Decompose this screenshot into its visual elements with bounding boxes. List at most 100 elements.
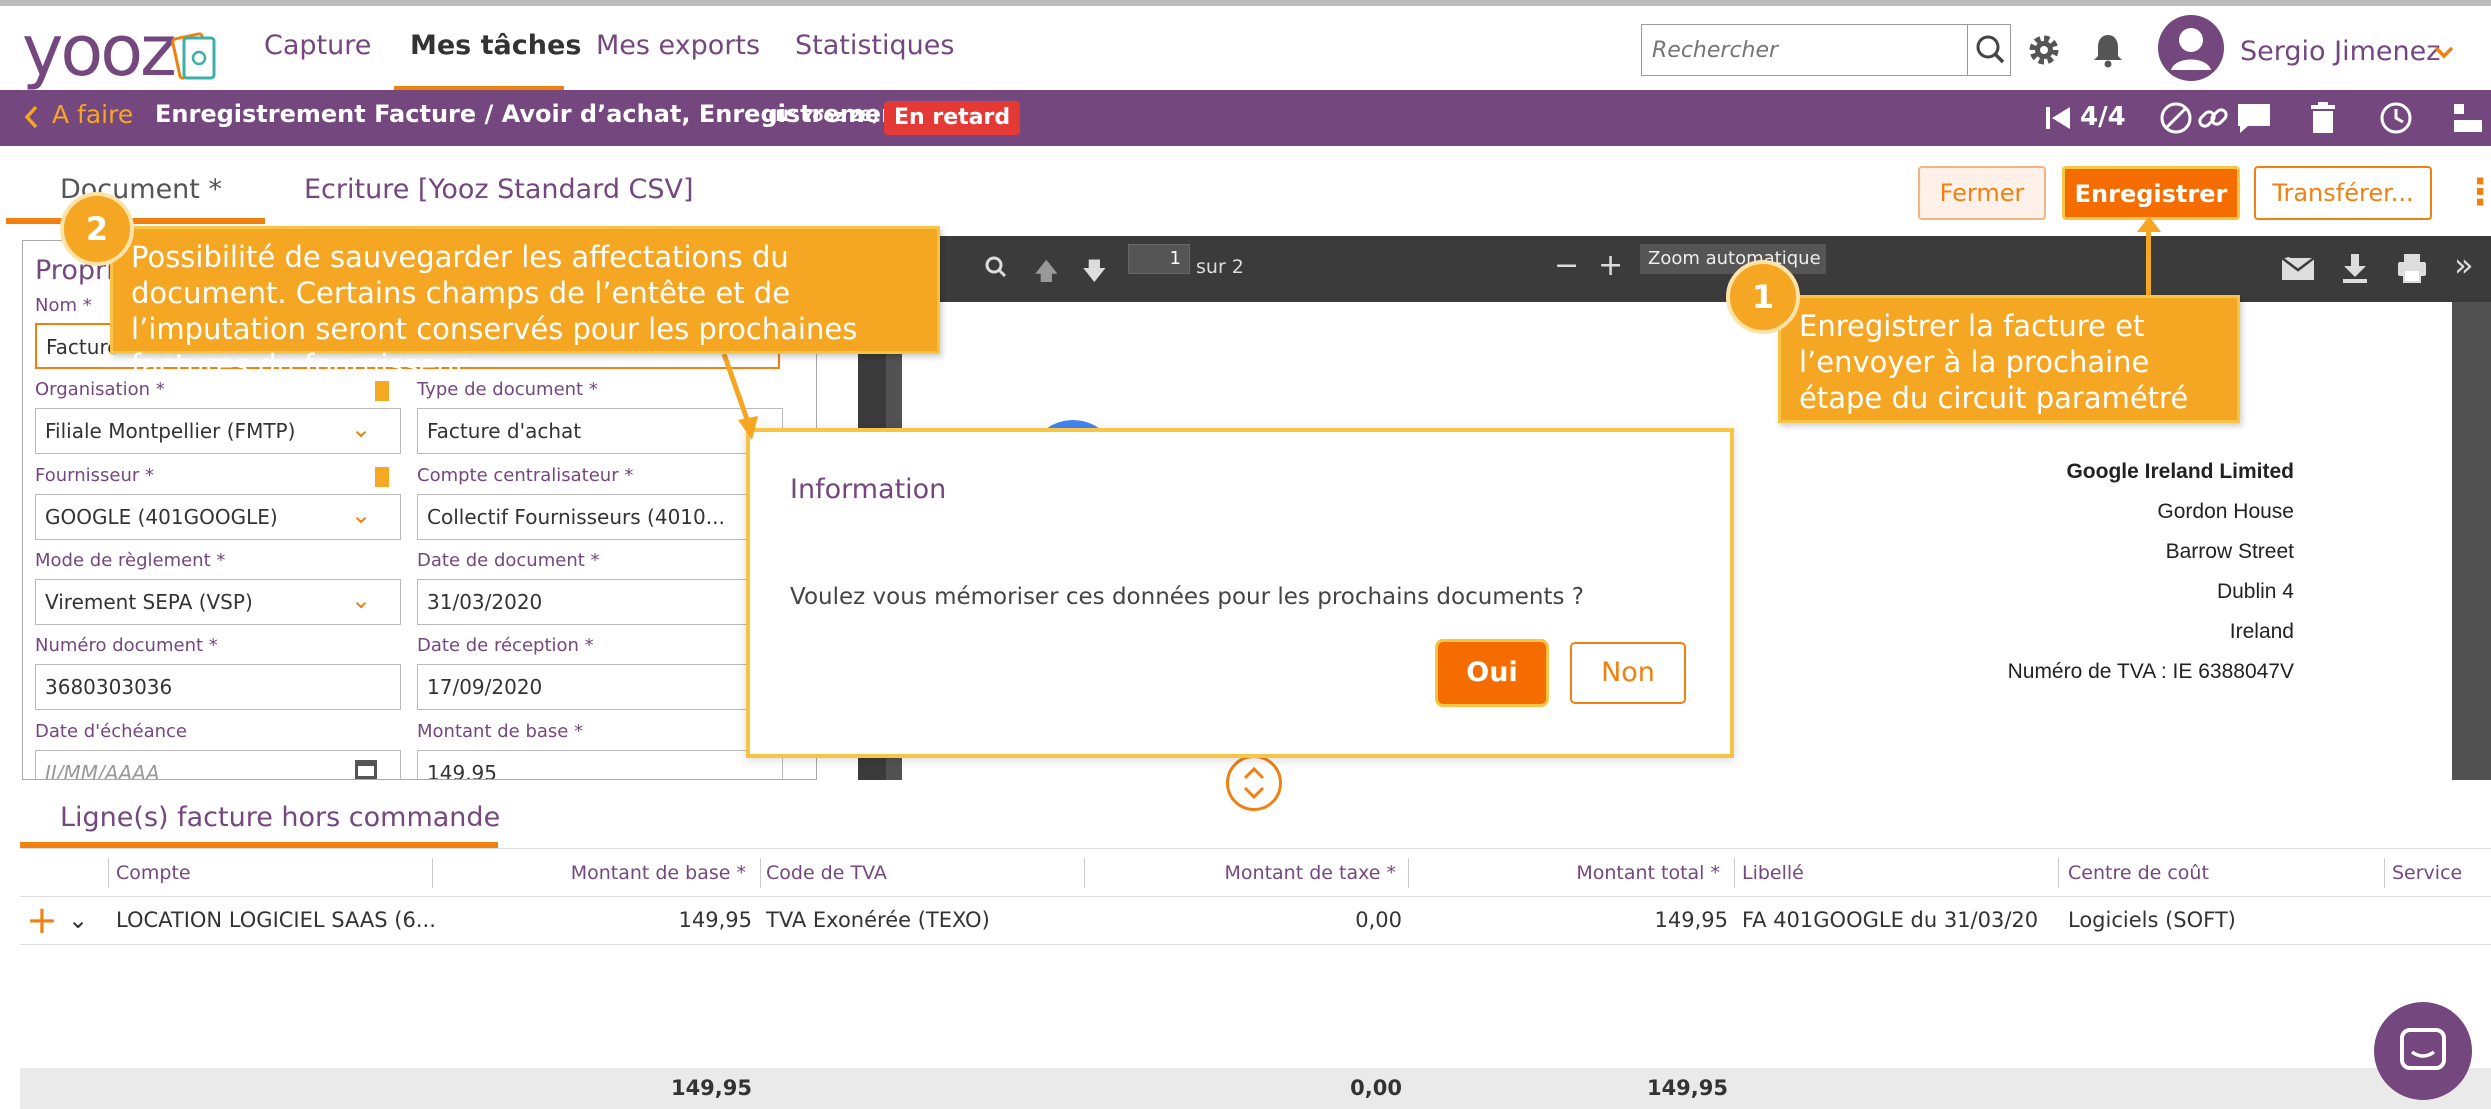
column-separator xyxy=(1408,858,1409,888)
column-separator xyxy=(108,858,109,888)
organisation-select[interactable]: Filiale Montpellier (FMTP) xyxy=(35,408,401,454)
avatar[interactable] xyxy=(2157,14,2225,82)
numero-field[interactable]: 3680303036 xyxy=(35,664,401,710)
gear-icon[interactable] xyxy=(2026,32,2062,68)
first-page-icon[interactable] xyxy=(2042,102,2074,134)
yes-button[interactable]: Oui xyxy=(1438,642,1546,704)
bookmark-icon xyxy=(375,467,389,487)
column-header-compte[interactable]: Compte xyxy=(116,862,191,884)
back-link[interactable]: A faire xyxy=(52,100,133,129)
tab-ecriture[interactable]: Ecriture [Yooz Standard CSV] xyxy=(304,174,694,205)
chevron-down-icon[interactable]: ⌄ xyxy=(351,501,371,529)
mail-icon[interactable] xyxy=(2280,256,2316,282)
more-tools-icon[interactable]: » xyxy=(2454,246,2474,284)
total-montant-total: 149,95 xyxy=(1646,1076,1728,1100)
column-header-montant-taxe[interactable]: Montant de taxe * xyxy=(1090,862,1396,884)
more-options-icon[interactable]: ⋮ xyxy=(2462,172,2491,213)
next-page-icon[interactable]: 🡇 xyxy=(1082,254,1107,295)
nav-capture[interactable]: Capture xyxy=(264,30,371,61)
tab-invoice-lines[interactable]: Ligne(s) facture hors commande xyxy=(60,802,500,833)
cell-centre-cout[interactable]: Logiciels (SOFT) xyxy=(2068,908,2236,932)
cell-montant-total[interactable]: 149,95 xyxy=(1414,908,1728,932)
zoom-out-icon[interactable]: − xyxy=(1554,248,1579,283)
information-dialog: Information Voulez vous mémoriser ces do… xyxy=(746,428,1734,758)
block-icon[interactable] xyxy=(2158,100,2194,136)
search-box xyxy=(1641,24,2011,76)
cell-libelle[interactable]: FA 401GOOGLE du 31/03/20 xyxy=(1742,908,2038,932)
cell-montant-taxe[interactable]: 0,00 xyxy=(1090,908,1402,932)
cell-compte[interactable]: LOCATION LOGICIEL SAAS (6... xyxy=(116,908,436,932)
total-montant-taxe: 0,00 xyxy=(1350,1076,1402,1100)
search-icon xyxy=(1976,35,2005,64)
column-header-libelle[interactable]: Libellé xyxy=(1742,862,1804,884)
pdf-search-icon[interactable] xyxy=(980,252,1012,284)
echeance-field[interactable]: JJ/MM/AAAA xyxy=(35,750,401,779)
expand-row-icon[interactable]: ⌄ xyxy=(68,906,88,934)
mode-label: Mode de règlement * xyxy=(35,550,226,571)
add-line-icon[interactable]: + xyxy=(26,898,58,942)
chevron-down-icon[interactable] xyxy=(2434,46,2454,60)
transfer-button[interactable]: Transférer... xyxy=(2254,166,2432,220)
trash-icon[interactable] xyxy=(2308,100,2338,136)
chat-button[interactable] xyxy=(2374,1002,2472,1100)
column-header-montant-total[interactable]: Montant total * xyxy=(1414,862,1720,884)
panel-resize-handle[interactable] xyxy=(1226,755,1282,811)
address-line: Dublin 4 xyxy=(2216,580,2294,603)
nav-mes-taches[interactable]: Mes tâches xyxy=(410,30,581,61)
zoom-in-icon[interactable]: + xyxy=(1598,248,1623,283)
page-number-input[interactable]: 1 xyxy=(1128,244,1190,274)
date-recep-field[interactable]: 17/09/2020 xyxy=(417,664,783,710)
nav-statistiques[interactable]: Statistiques xyxy=(795,30,954,61)
save-button[interactable]: Enregistrer xyxy=(2062,166,2240,220)
column-header-code-tva[interactable]: Code de TVA xyxy=(766,862,887,884)
divider xyxy=(20,848,2491,849)
chevron-down-icon[interactable]: ⌄ xyxy=(351,586,371,614)
calendar-icon[interactable] xyxy=(353,755,379,780)
history-icon[interactable] xyxy=(2378,100,2414,136)
date-doc-label: Date de document * xyxy=(417,550,600,571)
address-line: Google Ireland Limited xyxy=(2066,460,2294,483)
mode-select[interactable]: Virement SEPA (VSP) xyxy=(35,579,401,625)
download-icon[interactable] xyxy=(2340,252,2370,284)
divider xyxy=(20,896,2491,897)
search-button[interactable] xyxy=(1967,25,2011,75)
compte-label: Compte centralisateur * xyxy=(417,465,634,486)
fournisseur-select[interactable]: GOOGLE (401GOOGLE) xyxy=(35,494,401,540)
montant-label: Montant de base * xyxy=(417,721,584,742)
compte-select[interactable]: Collectif Fournisseurs (4010... xyxy=(417,494,783,540)
bell-icon[interactable] xyxy=(2092,32,2124,68)
back-chevron-icon[interactable] xyxy=(22,104,40,130)
search-input[interactable] xyxy=(1642,25,1966,75)
nav-mes-exports[interactable]: Mes exports xyxy=(596,30,760,61)
prev-page-icon[interactable]: 🡅 xyxy=(1034,254,1059,295)
column-header-centre-cout[interactable]: Centre de coût xyxy=(2068,862,2209,884)
nom-label: Nom * xyxy=(35,295,92,316)
zoom-select[interactable]: Zoom automatique xyxy=(1640,244,1826,274)
column-separator xyxy=(1084,858,1085,888)
dialog-title: Information xyxy=(790,474,947,505)
date-doc-field[interactable]: 31/03/2020 xyxy=(417,579,783,625)
top-navigation: yooz Capture Mes tâches Mes exports Stat… xyxy=(0,6,2491,92)
cell-code-tva[interactable]: TVA Exonérée (TEXO) xyxy=(766,908,990,932)
callout-connector xyxy=(721,353,758,440)
montant-field[interactable]: 149,95 xyxy=(417,750,783,779)
address-line: Numéro de TVA : IE 6388047V xyxy=(2007,660,2294,683)
no-button[interactable]: Non xyxy=(1570,642,1686,704)
callout-save: Enregistrer la facture et l’envoyer à la… xyxy=(1778,295,2240,423)
chevron-down-icon[interactable]: ⌄ xyxy=(351,415,371,443)
status-badge: En retard xyxy=(884,101,1021,135)
comment-icon[interactable] xyxy=(2234,100,2274,136)
print-icon[interactable] xyxy=(2396,252,2428,284)
close-button[interactable]: Fermer xyxy=(1918,166,2046,220)
layout-icon[interactable] xyxy=(2450,100,2486,136)
column-header-service[interactable]: Service xyxy=(2392,862,2462,884)
column-header-montant-base[interactable]: Montant de base * xyxy=(440,862,746,884)
link-icon[interactable] xyxy=(2196,100,2230,136)
column-separator xyxy=(2058,858,2059,888)
column-separator xyxy=(432,858,433,888)
cell-montant-base[interactable]: 149,95 xyxy=(440,908,752,932)
callout-number: 2 xyxy=(60,192,134,266)
user-name[interactable]: Sergio Jimenez xyxy=(2240,36,2440,67)
task-bar: A faire Enregistrement Facture / Avoir d… xyxy=(0,90,2491,146)
date-recep-label: Date de réception * xyxy=(417,635,594,656)
